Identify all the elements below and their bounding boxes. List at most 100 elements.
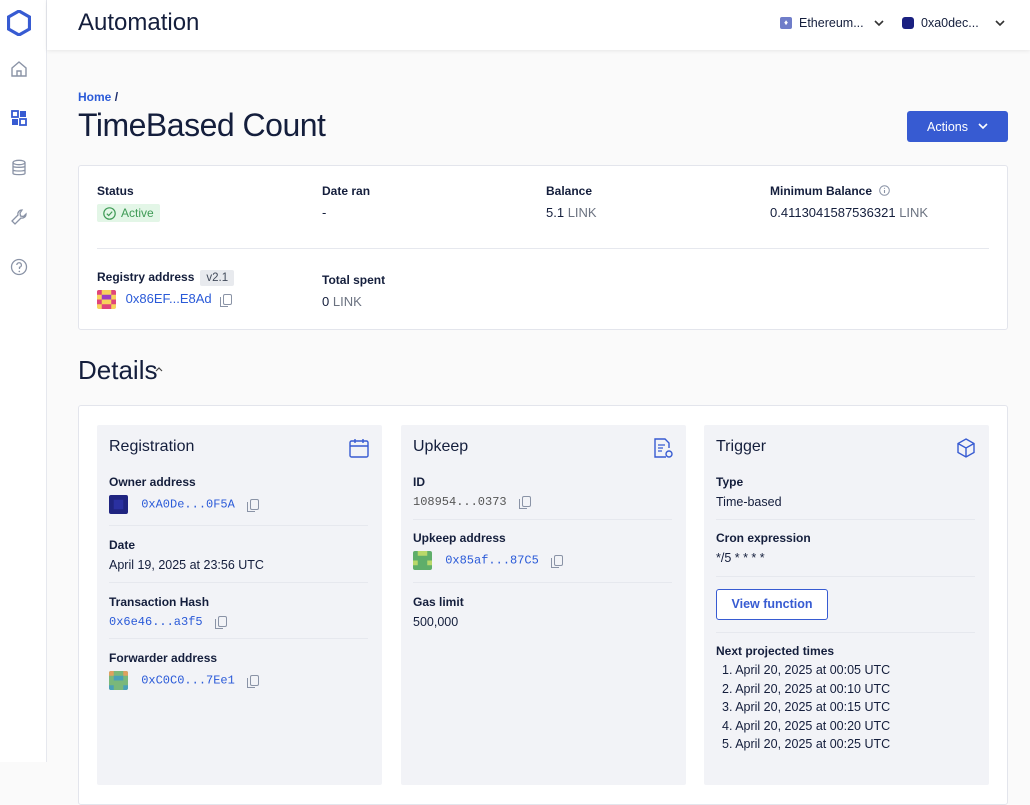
- cube-icon: [957, 438, 975, 458]
- date-ran-value: -: [322, 205, 327, 220]
- balance-value: 5.1: [546, 205, 565, 220]
- home-icon[interactable]: [9, 59, 29, 79]
- id-label: ID: [413, 475, 425, 489]
- tx-hash-link[interactable]: 0x6e46...a3f5: [109, 615, 203, 629]
- status-block: Status Active: [97, 184, 160, 225]
- chevron-down-icon: [995, 19, 1005, 26]
- balance-block: Balance 5.1 LINK: [546, 184, 597, 220]
- view-function-button[interactable]: View function: [716, 589, 828, 620]
- info-icon[interactable]: [879, 185, 891, 196]
- total-spent-unit: LINK: [332, 294, 362, 309]
- status-badge-wrap: Active: [97, 204, 160, 225]
- copy-icon[interactable]: [214, 616, 227, 630]
- balance-value-row: 5.1 LINK: [546, 205, 597, 220]
- divider: [413, 582, 672, 583]
- list-item: 5. April 20, 2025 at 00:25 UTC: [722, 737, 891, 752]
- tx-row: Transaction Hash 0x6e46...a3f5: [109, 595, 368, 630]
- list-item: 2. April 20, 2025 at 00:10 UTC: [722, 681, 891, 696]
- copy-icon[interactable]: [247, 675, 260, 688]
- trigger-card: Trigger Type Time-based Cron expression …: [704, 425, 989, 785]
- balance-label: Balance: [546, 184, 593, 198]
- total-spent-value: 0: [322, 294, 330, 309]
- wrench-icon[interactable]: [9, 207, 29, 227]
- upkeep-title: Upkeep: [413, 438, 469, 455]
- chevron-down-icon: [874, 19, 884, 26]
- next-times-label: Next projected times: [716, 644, 835, 658]
- chevron-up-icon[interactable]: [155, 366, 163, 372]
- sidebar: [0, 0, 47, 762]
- network-label: Ethereum...: [799, 16, 864, 30]
- breadcrumb-home[interactable]: Home: [78, 90, 111, 104]
- upkeep-address-link[interactable]: 0x85af...87C5: [445, 554, 539, 568]
- upkeep-address-label: Upkeep address: [413, 531, 506, 545]
- registry-label-row: Registry address v2.1: [97, 270, 235, 286]
- actions-label: Actions: [927, 119, 968, 134]
- identicon: [413, 551, 432, 570]
- date-ran-block: Date ran -: [322, 184, 370, 220]
- version-badge: v2.1: [200, 270, 235, 286]
- forwarder-value-row: 0xC0C0...7Ee1: [109, 671, 368, 690]
- top-bar: Automation ♦ Ethereum... 0xa0dec...: [47, 0, 1030, 50]
- view-function-row: View function: [716, 589, 975, 620]
- status-badge: Active: [97, 204, 160, 222]
- tx-value-row: 0x6e46...a3f5: [109, 615, 368, 630]
- divider: [716, 519, 975, 520]
- details-title: Details: [78, 355, 158, 385]
- registry-address-link[interactable]: 0x86EF...E8Ad: [126, 291, 212, 306]
- gas-value: 500,000: [413, 615, 459, 629]
- divider: [109, 525, 368, 526]
- owner-label: Owner address: [109, 475, 196, 489]
- id-value: 108954...0373: [413, 495, 507, 509]
- min-balance-label: Minimum Balance: [770, 184, 873, 198]
- calendar-icon: [349, 439, 369, 458]
- date-value: April 19, 2025 at 23:56 UTC: [109, 558, 264, 572]
- date-label: Date: [109, 538, 136, 552]
- divider: [716, 576, 975, 577]
- forwarder-label: Forwarder address: [109, 651, 218, 665]
- tx-label: Transaction Hash: [109, 595, 210, 609]
- chainlink-logo-icon[interactable]: [7, 10, 31, 36]
- status-label: Status: [97, 184, 134, 198]
- registration-card: Registration Owner address 0xA0De...0F5A…: [97, 425, 382, 785]
- copy-icon[interactable]: [220, 294, 233, 307]
- copy-icon[interactable]: [551, 555, 564, 568]
- date-row: Date April 19, 2025 at 23:56 UTC: [109, 538, 368, 572]
- total-spent-block: Total spent 0 LINK: [322, 273, 385, 309]
- network-selector[interactable]: ♦ Ethereum...: [780, 14, 884, 32]
- owner-value-row: 0xA0De...0F5A: [109, 495, 368, 514]
- next-times-list: 1. April 20, 2025 at 00:05 UTC 2. April …: [716, 661, 975, 754]
- registry-address-row: 0x86EF...E8Ad: [97, 290, 234, 309]
- database-icon[interactable]: [9, 158, 29, 178]
- balance-unit: LINK: [567, 205, 597, 220]
- trigger-title: Trigger: [716, 438, 767, 455]
- dashboard-icon[interactable]: [9, 108, 29, 128]
- registry-label: Registry address: [97, 270, 195, 284]
- app-title: Automation: [78, 9, 200, 36]
- page-title: TimeBased Count: [78, 107, 326, 143]
- forwarder-address-link[interactable]: 0xC0C0...7Ee1: [141, 674, 235, 688]
- chevron-down-icon: [978, 123, 988, 130]
- copy-icon[interactable]: [247, 499, 260, 512]
- list-item: 4. April 20, 2025 at 00:20 UTC: [722, 718, 891, 733]
- next-times-row: Next projected times 1. April 20, 2025 a…: [716, 644, 975, 754]
- min-balance-block: Minimum Balance 0.4113041587536321 LINK: [770, 184, 928, 220]
- help-icon[interactable]: [9, 257, 29, 277]
- actions-button[interactable]: Actions: [907, 111, 1008, 142]
- total-spent-value-row: 0 LINK: [322, 294, 385, 309]
- divider: [716, 632, 975, 633]
- gas-row: Gas limit 500,000: [413, 595, 672, 629]
- document-settings-icon: [654, 438, 673, 458]
- divider: [413, 519, 672, 520]
- divider: [109, 638, 368, 639]
- breadcrumb-separator: /: [114, 90, 119, 104]
- min-balance-value-row: 0.4113041587536321 LINK: [770, 205, 928, 220]
- copy-icon[interactable]: [518, 496, 531, 510]
- wallet-selector[interactable]: 0xa0dec...: [902, 14, 1005, 32]
- type-value: Time-based: [716, 495, 782, 509]
- type-row: Type Time-based: [716, 475, 975, 509]
- owner-address-link[interactable]: 0xA0De...0F5A: [141, 498, 235, 512]
- wallet-icon: [902, 17, 914, 29]
- cron-label: Cron expression: [716, 531, 811, 545]
- identicon: [109, 495, 128, 514]
- breadcrumb: Home /: [78, 90, 118, 104]
